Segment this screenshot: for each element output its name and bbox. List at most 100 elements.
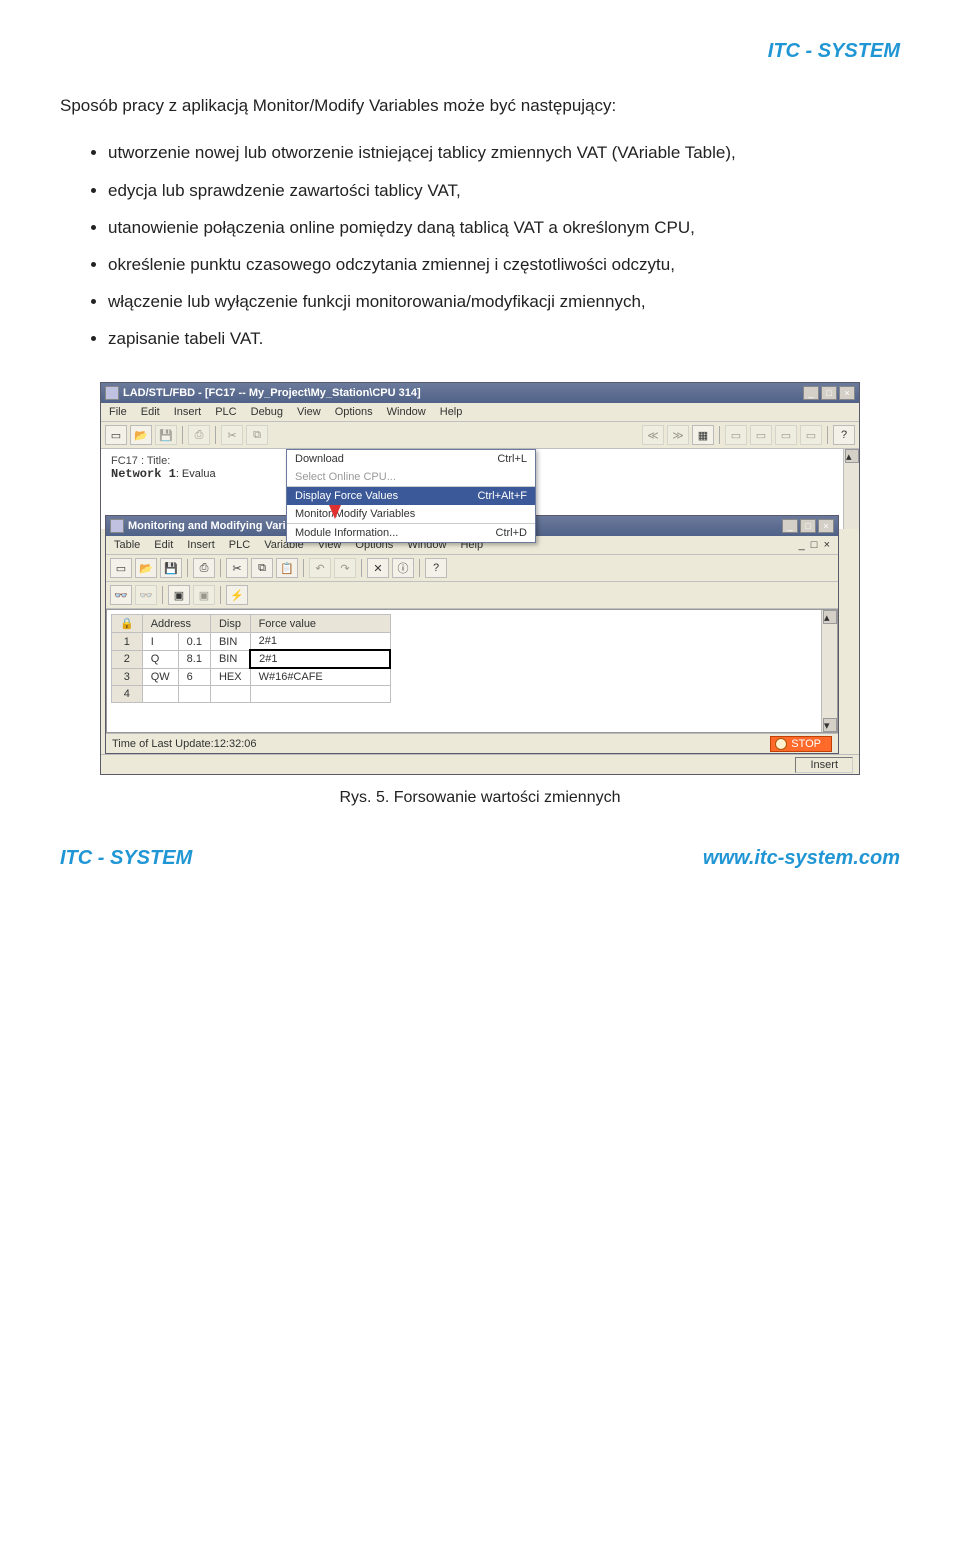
help-icon[interactable]: ? <box>833 425 855 445</box>
monitor2-icon[interactable]: 👓 <box>135 585 157 605</box>
open-icon[interactable]: 📂 <box>135 558 157 578</box>
cut-icon[interactable]: ✂ <box>226 558 248 578</box>
dropdown-module-information[interactable]: Module Information... Ctrl+D <box>287 524 535 542</box>
table-row[interactable]: 1 I 0.1 BIN 2#1 <box>112 633 391 651</box>
print-icon[interactable]: ⎙ <box>188 425 210 445</box>
insert-indicator: Insert <box>795 757 853 773</box>
menu-options[interactable]: Options <box>335 406 373 418</box>
status-time: Time of Last Update:12:32:06 <box>112 738 257 750</box>
sub-toolbar-2: 👓 👓 ▣ ▣ ⚡ <box>106 582 838 609</box>
menu-table[interactable]: Table <box>114 539 140 551</box>
new-icon[interactable]: ▭ <box>105 425 127 445</box>
nav-fwd-icon[interactable]: ≫ <box>667 425 689 445</box>
menu-debug[interactable]: Debug <box>251 406 283 418</box>
minimize-button[interactable]: _ <box>782 519 798 533</box>
copy-icon[interactable]: ⧉ <box>246 425 268 445</box>
menu-help[interactable]: Help <box>440 406 463 418</box>
bullet-item: edycja lub sprawdzenie zawartości tablic… <box>108 177 900 204</box>
maximize-button[interactable]: □ <box>800 519 816 533</box>
col-disp: Disp <box>210 615 250 633</box>
module-icon[interactable]: ▦ <box>692 425 714 445</box>
help-icon[interactable]: ? <box>425 558 447 578</box>
monitor-icon[interactable]: 👓 <box>110 585 132 605</box>
scroll-down-icon[interactable]: ▾ <box>823 718 837 732</box>
dropdown-download[interactable]: Download Ctrl+L <box>287 450 535 468</box>
col-force-value: Force value <box>250 615 390 633</box>
new-icon[interactable]: ▭ <box>110 558 132 578</box>
menu-insert[interactable]: Insert <box>187 539 215 551</box>
nav-back-icon[interactable]: ≪ <box>642 425 664 445</box>
sub-window: Monitoring and Modifying Variables - [Fo… <box>101 515 859 754</box>
close-button[interactable]: × <box>818 519 834 533</box>
footer-url: www.itc-system.com <box>703 847 900 870</box>
network-label: Network 1 <box>111 467 176 481</box>
info-icon[interactable]: ⓘ <box>392 558 414 578</box>
dropdown-select-online-cpu: Select Online CPU... <box>287 468 535 486</box>
block3-icon[interactable]: ▭ <box>775 425 797 445</box>
app-icon <box>105 386 119 400</box>
dropdown-monitor-modify-variables[interactable]: Monitor/Modify Variables <box>287 505 535 523</box>
block1-icon[interactable]: ▭ <box>725 425 747 445</box>
open-icon[interactable]: 📂 <box>130 425 152 445</box>
bullet-item: włączenie lub wyłączenie funkcji monitor… <box>108 288 900 315</box>
bullet-item: określenie punktu czasowego odczytania z… <box>108 251 900 278</box>
stop-label: STOP <box>791 738 821 750</box>
scroll-up-icon[interactable]: ▴ <box>823 610 837 624</box>
menu-file[interactable]: File <box>109 406 127 418</box>
selected-cell: 2#1 <box>250 650 390 668</box>
menu-window[interactable]: Window <box>387 406 426 418</box>
dropdown-display-force-values[interactable]: Display Force Values Ctrl+Alt+F <box>287 487 535 505</box>
menu-plc[interactable]: PLC <box>229 539 250 551</box>
app-icon <box>110 519 124 533</box>
table-row[interactable]: 2 Q 8.1 BIN 2#1 <box>112 650 391 668</box>
close-button[interactable]: × <box>839 386 855 400</box>
table-row[interactable]: 4 <box>112 686 391 703</box>
save-icon[interactable]: 💾 <box>155 425 177 445</box>
main-title: LAD/STL/FBD - [FC17 -- My_Project\My_Sta… <box>123 387 803 399</box>
col-address: Address <box>142 615 210 633</box>
footer-brand: ITC - SYSTEM <box>60 847 192 870</box>
scroll-up-icon[interactable]: ▴ <box>845 449 859 463</box>
scrollbar-vertical[interactable]: ▴ ▾ <box>821 610 837 732</box>
main-menubar: File Edit Insert PLC Debug View Options … <box>101 403 859 422</box>
menu-view[interactable]: View <box>297 406 321 418</box>
print-icon[interactable]: ⎙ <box>193 558 215 578</box>
cross-icon[interactable]: ✕ <box>367 558 389 578</box>
redo-icon[interactable]: ↷ <box>334 558 356 578</box>
col-lock-icon: 🔒 <box>112 615 143 633</box>
menu-insert[interactable]: Insert <box>174 406 202 418</box>
modify-icon[interactable]: ▣ <box>168 585 190 605</box>
variable-table: 🔒 Address Disp Force value 1 I 0.1 BIN 2… <box>111 614 391 703</box>
plc-dropdown: Download Ctrl+L Select Online CPU... Dis… <box>286 449 536 543</box>
sub-toolbar-1: ▭ 📂 💾 ⎙ ✂ ⧉ 📋 ↶ ↷ ✕ ⓘ <box>106 555 838 582</box>
bullet-list: utworzenie nowej lub otworzenie istnieją… <box>60 139 900 352</box>
bullet-item: zapisanie tabeli VAT. <box>108 325 900 352</box>
sub-statusbar: Time of Last Update:12:32:06 STOP <box>106 733 838 753</box>
menu-edit[interactable]: Edit <box>154 539 173 551</box>
paste-icon[interactable]: 📋 <box>276 558 298 578</box>
minimize-button[interactable]: _ <box>803 386 819 400</box>
intro-paragraph: Sposób pracy z aplikacją Monitor/Modify … <box>60 93 900 119</box>
brand-header: ITC - SYSTEM <box>60 40 900 63</box>
page-footer: ITC - SYSTEM www.itc-system.com <box>0 847 960 894</box>
menu-plc[interactable]: PLC <box>215 406 236 418</box>
table-row[interactable]: 3 QW 6 HEX W#16#CAFE <box>112 668 391 686</box>
save-icon[interactable]: 💾 <box>160 558 182 578</box>
undo-icon[interactable]: ↶ <box>309 558 331 578</box>
figure-caption: Rys. 5. Forsowanie wartości zmiennych <box>100 789 860 807</box>
cut-icon[interactable]: ✂ <box>221 425 243 445</box>
block4-icon[interactable]: ▭ <box>800 425 822 445</box>
copy-icon[interactable]: ⧉ <box>251 558 273 578</box>
variable-pane: 🔒 Address Disp Force value 1 I 0.1 BIN 2… <box>106 609 838 733</box>
menu-edit[interactable]: Edit <box>141 406 160 418</box>
main-toolbar: ▭ 📂 💾 ⎙ ✂ ⧉ ≪ ≫ ▦ ▭ ▭ ▭ ▭ ? <box>101 422 859 449</box>
figure-screenshot: LAD/STL/FBD - [FC17 -- My_Project\My_Sta… <box>100 382 860 807</box>
force-icon[interactable]: ⚡ <box>226 585 248 605</box>
stop-indicator: STOP <box>770 736 832 752</box>
maximize-button[interactable]: □ <box>821 386 837 400</box>
main-titlebar: LAD/STL/FBD - [FC17 -- My_Project\My_Sta… <box>101 383 859 403</box>
modify2-icon[interactable]: ▣ <box>193 585 215 605</box>
main-window: LAD/STL/FBD - [FC17 -- My_Project\My_Sta… <box>100 382 860 775</box>
network-suffix: : Evalua <box>176 468 216 480</box>
block2-icon[interactable]: ▭ <box>750 425 772 445</box>
